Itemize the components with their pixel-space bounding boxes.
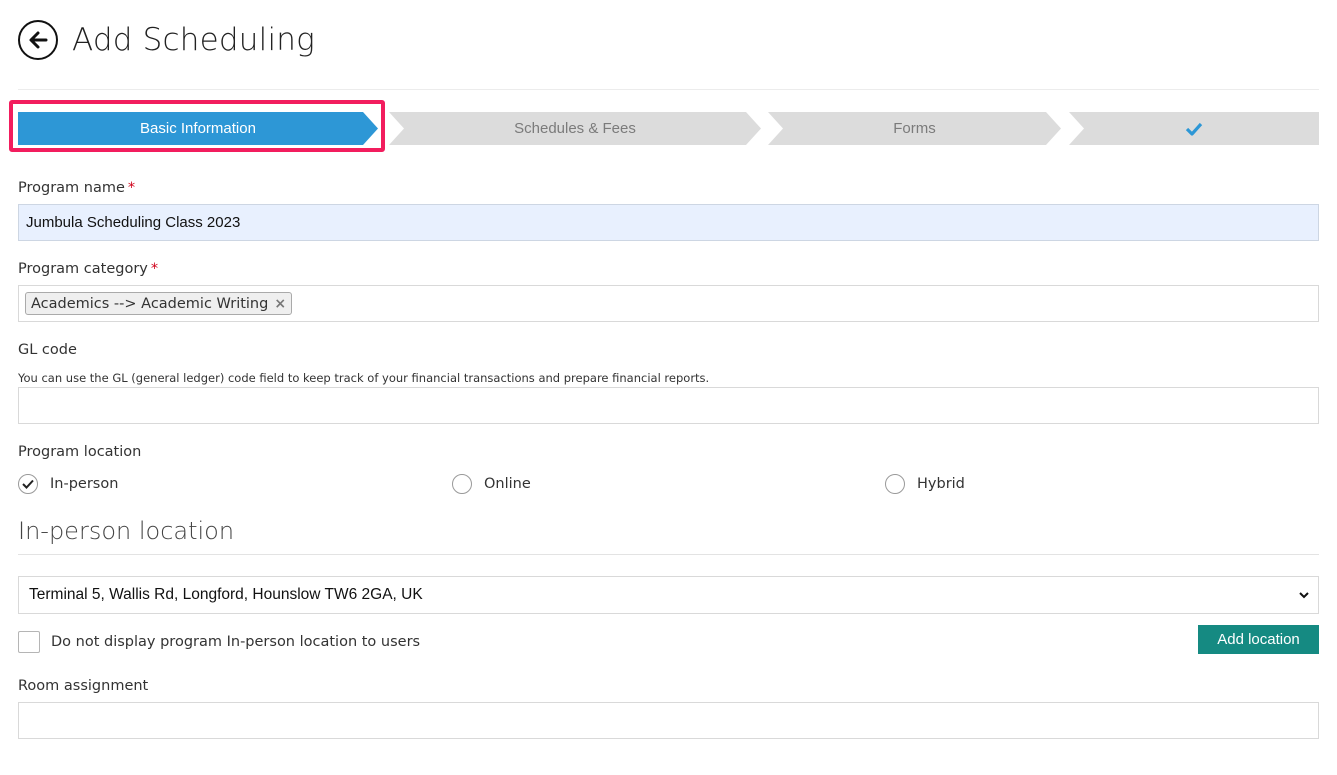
program-name-value: Jumbula Scheduling Class 2023: [26, 214, 241, 231]
page-title: Add Scheduling: [72, 22, 315, 58]
location-select-value: Terminal 5, Wallis Rd, Longford, Hounslo…: [29, 586, 423, 603]
checkmark-icon: [22, 479, 34, 489]
hide-location-checkbox[interactable]: [18, 631, 40, 653]
program-category-select[interactable]: Academics --> Academic Writing ×: [18, 285, 1319, 322]
room-assignment-label: Room assignment: [18, 678, 149, 694]
program-location-radio-group: In-person Online Hybrid: [18, 474, 1018, 496]
program-category-label-text: Program category: [18, 261, 148, 277]
radio-label: Hybrid: [917, 476, 965, 492]
radio-circle: [452, 474, 472, 494]
step-label: Forms: [893, 120, 936, 137]
category-tag: Academics --> Academic Writing ×: [25, 292, 293, 315]
program-name-label-text: Program name: [18, 180, 125, 196]
required-mark: *: [127, 180, 136, 196]
back-button[interactable]: [18, 20, 58, 60]
program-name-label: Program name *: [18, 180, 135, 196]
program-name-input[interactable]: Jumbula Scheduling Class 2023: [18, 204, 1319, 241]
category-tag-label: Academics --> Academic Writing: [31, 295, 269, 312]
step-forms[interactable]: Forms: [768, 112, 1061, 145]
radio-online[interactable]: Online: [452, 474, 531, 494]
radio-hybrid[interactable]: Hybrid: [885, 474, 965, 494]
gl-code-label: GL code: [18, 342, 77, 358]
header-divider: [18, 89, 1319, 90]
active-step-highlight: [9, 100, 385, 152]
step-schedules-fees[interactable]: Schedules & Fees: [389, 112, 761, 145]
hide-location-checkbox-row[interactable]: Do not display program In-person locatio…: [18, 631, 420, 653]
gl-code-help: You can use the GL (general ledger) code…: [18, 371, 710, 385]
hide-location-label: Do not display program In-person locatio…: [51, 634, 421, 650]
arrow-left-icon: [29, 31, 48, 49]
chevron-down-icon: [1299, 592, 1309, 599]
step-label: Schedules & Fees: [514, 120, 636, 137]
gl-code-input[interactable]: [18, 387, 1319, 424]
location-select[interactable]: Terminal 5, Wallis Rd, Longford, Hounslo…: [18, 576, 1319, 614]
in-person-location-heading: In-person location: [18, 517, 235, 545]
program-category-label: Program category *: [18, 261, 158, 277]
radio-label: In-person: [50, 476, 119, 492]
radio-circle: [18, 474, 38, 494]
program-location-label: Program location: [18, 444, 142, 460]
step-finish[interactable]: [1069, 112, 1319, 145]
add-location-button[interactable]: Add location: [1198, 625, 1319, 654]
radio-in-person[interactable]: In-person: [18, 474, 118, 494]
page-header: Add Scheduling: [18, 18, 315, 62]
checkmark-icon: [1185, 122, 1203, 136]
required-mark: *: [150, 261, 159, 277]
remove-tag-icon[interactable]: ×: [274, 296, 286, 312]
section-divider: [18, 554, 1319, 555]
radio-label: Online: [484, 476, 531, 492]
room-assignment-input[interactable]: [18, 702, 1319, 739]
radio-circle: [885, 474, 905, 494]
